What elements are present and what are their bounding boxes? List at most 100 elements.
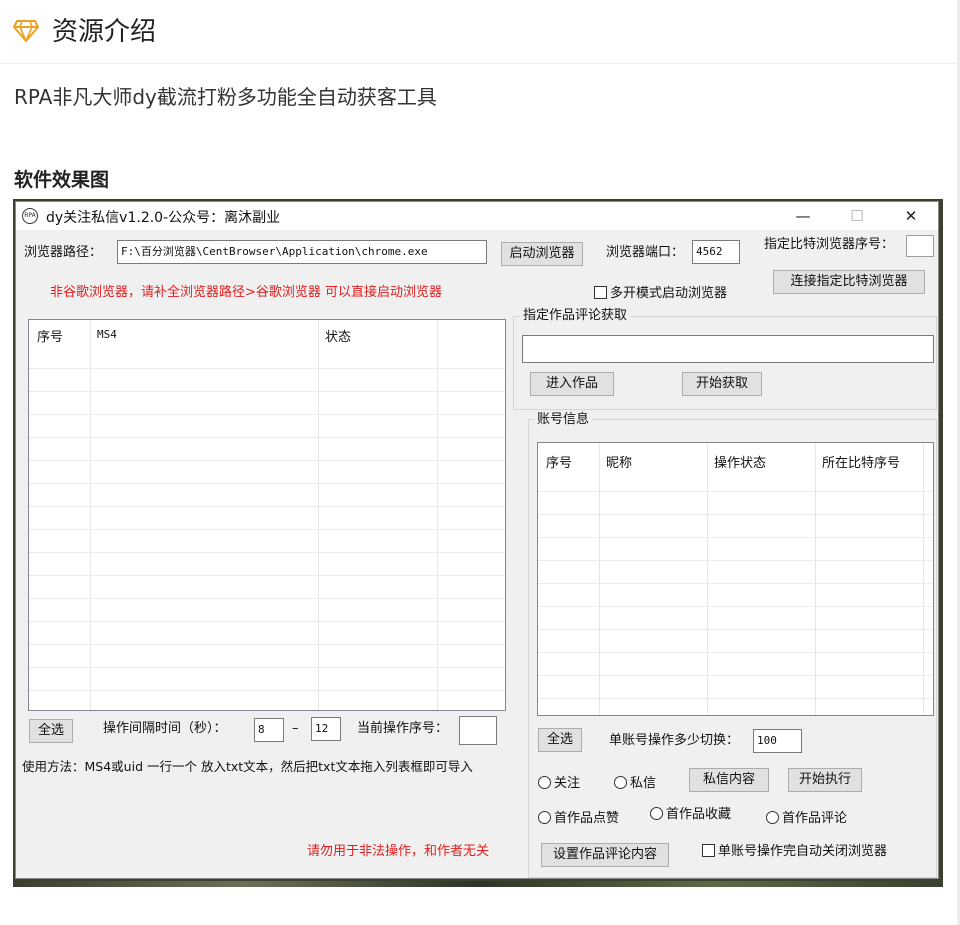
radio-circle[interactable] <box>766 811 779 824</box>
account-table[interactable]: 序号 昵称 操作状态 所在比特序号 <box>537 442 934 716</box>
multi-open-label: 多开模式启动浏览器 <box>610 286 728 301</box>
row-line <box>29 621 505 622</box>
row-line <box>29 667 505 668</box>
screenshot-background-strip <box>13 881 943 887</box>
row-line <box>538 583 933 584</box>
radio-first-comment-label: 首作品评论 <box>782 811 848 826</box>
table-header: 序号 MS4 状态 <box>29 320 505 348</box>
interval-max-input[interactable]: 12 <box>311 717 341 741</box>
column-header: 序号 <box>37 330 64 345</box>
start-execute-button[interactable]: 开始执行 <box>788 768 862 792</box>
start-fetch-button[interactable]: 开始获取 <box>682 372 762 396</box>
radio-first-like[interactable]: 首作品点赞 <box>538 810 619 828</box>
column-header: 昵称 <box>606 456 633 471</box>
left-list-table[interactable]: 序号 MS4 状态 <box>28 319 506 711</box>
column-header: MS4 <box>97 328 117 341</box>
current-index-label: 当前操作序号： <box>357 721 449 736</box>
col-divider <box>90 320 91 710</box>
radio-dm[interactable]: 私信 <box>614 775 656 793</box>
radio-circle[interactable] <box>650 807 663 820</box>
browser-port-input[interactable]: 4562 <box>692 240 740 264</box>
switch-count-label: 单账号操作多少切换： <box>609 733 740 748</box>
col-divider <box>437 320 438 710</box>
interval-dash: – <box>292 721 299 736</box>
radio-first-collect[interactable]: 首作品收藏 <box>650 806 731 824</box>
row-line <box>538 514 933 515</box>
row-line <box>538 537 933 538</box>
software-screenshot: RPA dy关注私信v1.2.0-公众号：离沐副业 — ☐ ✕ 浏览器路径： F… <box>13 199 943 887</box>
article-header: 资源介绍 <box>0 0 960 64</box>
row-line <box>29 414 505 415</box>
effect-heading: 软件效果图 <box>14 169 110 191</box>
app-logo-icon: RPA <box>22 208 38 224</box>
title-bar: RPA dy关注私信v1.2.0-公众号：离沐副业 — ☐ ✕ <box>16 202 938 230</box>
row-line <box>538 652 933 653</box>
row-line <box>538 560 933 561</box>
connect-bit-browser-button[interactable]: 连接指定比特浏览器 <box>773 270 925 294</box>
account-info-group-title: 账号信息 <box>534 412 593 428</box>
auto-close-checkbox[interactable]: 单账号操作完自动关闭浏览器 <box>702 843 887 861</box>
row-line <box>29 506 505 507</box>
col-divider <box>318 320 319 710</box>
minimize-button[interactable]: — <box>780 204 826 228</box>
diamond-icon <box>13 20 39 42</box>
launch-browser-button[interactable]: 启动浏览器 <box>501 242 583 266</box>
column-header: 状态 <box>325 330 352 345</box>
checkbox-box[interactable] <box>594 286 607 299</box>
row-line <box>29 598 505 599</box>
row-line <box>29 644 505 645</box>
radio-first-comment[interactable]: 首作品评论 <box>766 810 847 828</box>
app-window: RPA dy关注私信v1.2.0-公众号：离沐副业 — ☐ ✕ 浏览器路径： F… <box>15 201 939 879</box>
row-line <box>29 690 505 691</box>
radio-circle[interactable] <box>538 776 551 789</box>
auto-close-label: 单账号操作完自动关闭浏览器 <box>718 844 888 859</box>
row-line <box>538 606 933 607</box>
switch-count-input[interactable]: 100 <box>753 729 802 753</box>
bit-index-label: 指定比特浏览器序号： <box>764 237 895 252</box>
radio-dm-label: 私信 <box>630 776 657 791</box>
radio-circle[interactable] <box>538 811 551 824</box>
checkbox-box[interactable] <box>702 844 715 857</box>
row-line <box>538 491 933 492</box>
row-line <box>29 552 505 553</box>
intro-text: RPA非凡大师dy截流打粉多功能全自动获客工具 <box>14 85 437 109</box>
column-header: 操作状态 <box>714 456 767 471</box>
maximize-button[interactable]: ☐ <box>834 204 880 228</box>
radio-circle[interactable] <box>614 776 627 789</box>
interval-label: 操作间隔时间（秒）： <box>103 721 227 736</box>
row-line <box>29 483 505 484</box>
current-index-input[interactable] <box>459 716 497 745</box>
section-title: 资源介绍 <box>52 17 157 47</box>
close-button[interactable]: ✕ <box>888 204 934 228</box>
radio-first-like-label: 首作品点赞 <box>554 811 620 826</box>
browser-path-input[interactable]: F:\百分浏览器\CentBrowser\Application\chrome.… <box>117 240 487 264</box>
row-line <box>29 460 505 461</box>
radio-follow-label: 关注 <box>554 776 581 791</box>
row-line <box>29 529 505 530</box>
row-line <box>29 575 505 576</box>
account-select-all-button[interactable]: 全选 <box>538 728 582 752</box>
row-line <box>29 391 505 392</box>
window-title: dy关注私信v1.2.0-公众号：离沐副业 <box>46 210 281 226</box>
work-url-input[interactable] <box>522 335 934 363</box>
comment-fetch-group-title: 指定作品评论获取 <box>520 308 631 324</box>
disclaimer: 请勿用于非法操作，和作者无关 <box>307 844 490 859</box>
column-header: 所在比特序号 <box>822 456 901 471</box>
row-line <box>29 368 505 369</box>
column-header: 序号 <box>546 456 573 471</box>
bit-index-input[interactable] <box>906 235 934 257</box>
dm-content-button[interactable]: 私信内容 <box>689 768 769 792</box>
enter-work-button[interactable]: 进入作品 <box>530 372 614 396</box>
row-line <box>29 437 505 438</box>
radio-follow[interactable]: 关注 <box>538 775 580 793</box>
browser-path-label: 浏览器路径： <box>24 245 103 260</box>
radio-first-collect-label: 首作品收藏 <box>666 807 732 822</box>
browser-notice: 非谷歌浏览器，请补全浏览器路径>谷歌浏览器 可以直接启动浏览器 <box>50 285 443 300</box>
multi-open-checkbox[interactable]: 多开模式启动浏览器 <box>594 285 727 303</box>
select-all-button[interactable]: 全选 <box>29 719 73 743</box>
browser-port-label: 浏览器端口： <box>606 245 685 260</box>
row-line <box>538 698 933 699</box>
interval-min-input[interactable]: 8 <box>254 718 284 742</box>
usage-instructions: 使用方法：MS4或uid 一行一个 放入txt文本，然后把txt文本拖入列表框即… <box>22 759 473 774</box>
set-comment-content-button[interactable]: 设置作品评论内容 <box>541 843 669 867</box>
